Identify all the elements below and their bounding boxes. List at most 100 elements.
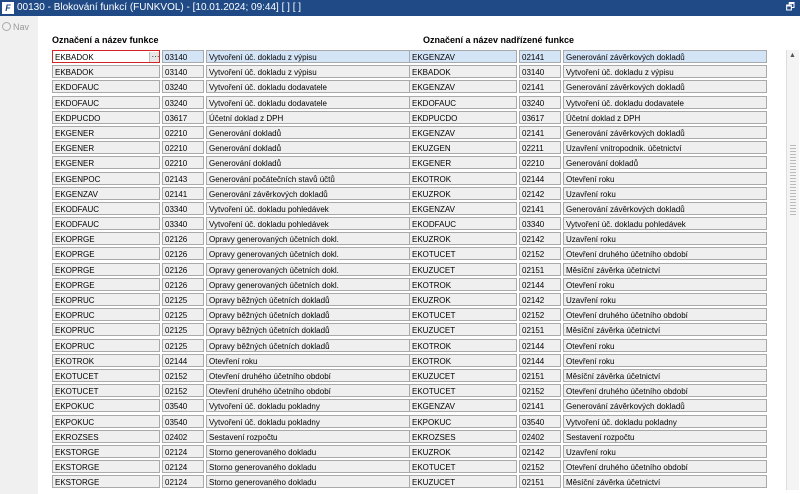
function-number-cell[interactable]: 02142	[519, 293, 561, 306]
function-code-cell[interactable]: EKGENER	[52, 125, 160, 139]
function-number-cell[interactable]: 03340	[519, 217, 561, 231]
nav-toggle[interactable]: Nav	[2, 22, 29, 32]
function-number-cell[interactable]: 03240	[162, 80, 204, 94]
function-code-cell[interactable]: EKOTUCET	[409, 384, 517, 398]
function-name-cell[interactable]: Otevření druhého účetního období	[206, 384, 410, 398]
function-code-cell[interactable]: EKUZUCET	[409, 323, 517, 337]
function-number-cell[interactable]: 02141	[519, 399, 561, 413]
function-number-cell[interactable]: 02125	[162, 308, 204, 322]
function-number-cell[interactable]: 02144	[519, 353, 561, 367]
function-name-cell[interactable]: Generování dokladů	[206, 141, 410, 155]
function-name-cell[interactable]: Opravy generovaných účetních dokl.	[206, 247, 410, 261]
function-number-cell[interactable]: 03540	[162, 414, 204, 428]
function-code-cell[interactable]: EKOTUCET	[409, 460, 517, 474]
function-code-cell[interactable]: EKUZROK	[409, 293, 517, 306]
function-code-cell[interactable]: EKGENZAV	[409, 80, 517, 94]
function-code-cell[interactable]: EKOTROK	[52, 353, 160, 367]
function-code-cell[interactable]: EKBADOK	[409, 65, 517, 79]
function-number-cell[interactable]: 03240	[162, 95, 204, 109]
function-number-cell[interactable]: 02144	[519, 277, 561, 291]
function-name-cell[interactable]: Opravy běžných účetních dokladů	[206, 308, 410, 322]
restore-window-icon[interactable]: 🗗	[786, 0, 795, 16]
function-number-cell[interactable]: 03140	[519, 65, 561, 79]
function-code-cell[interactable]: EKBADOK	[52, 65, 160, 79]
function-code-cell[interactable]: EKOPRUC	[52, 308, 160, 322]
function-number-cell[interactable]: 02151	[519, 323, 561, 337]
function-code-cell[interactable]: EKOTROK	[409, 171, 517, 185]
function-name-cell[interactable]: Generování závěrkových dokladů	[563, 201, 767, 215]
function-code-cell[interactable]: EKUZUCET	[409, 475, 517, 489]
function-code-cell[interactable]: EKGENER	[409, 156, 517, 170]
function-name-cell[interactable]: Vytvoření úč. dokladu pohledávek	[206, 201, 410, 215]
function-number-cell[interactable]: 02143	[162, 171, 204, 185]
function-name-cell[interactable]: Otevření druhého účetního období	[563, 384, 767, 398]
function-name-cell[interactable]: Měsíční závěrka účetnictví	[563, 262, 767, 276]
function-name-cell[interactable]: Generování závěrkových dokladů	[563, 125, 767, 139]
function-code-cell[interactable]: EKPOKUC	[52, 414, 160, 428]
scroll-grip-icon[interactable]	[790, 145, 796, 215]
function-code-cell[interactable]: EKOTROK	[409, 353, 517, 367]
function-number-cell[interactable]: 03540	[519, 414, 561, 428]
function-code-cell[interactable]: EKGENPOC	[52, 171, 160, 185]
function-code-cell[interactable]: EKUZROK	[409, 444, 517, 458]
function-code-cell[interactable]: EKSTORGE	[52, 444, 160, 458]
function-code-cell[interactable]: EKODFAUC	[52, 201, 160, 215]
function-name-cell[interactable]: Otevření roku	[563, 171, 767, 185]
function-name-cell[interactable]: Opravy generovaných účetních dokl.	[206, 262, 410, 276]
function-number-cell[interactable]: 03617	[519, 110, 561, 124]
function-name-cell[interactable]: Otevření roku	[563, 353, 767, 367]
function-number-cell[interactable]: 02210	[519, 156, 561, 170]
function-name-cell[interactable]: Měsíční závěrka účetnictví	[563, 368, 767, 382]
function-code-cell[interactable]: EKUZROK	[409, 232, 517, 246]
function-name-cell[interactable]: Uzavření roku	[563, 293, 767, 306]
function-name-cell[interactable]: Sestavení rozpočtu	[206, 429, 410, 443]
function-name-cell[interactable]: Generování dokladů	[206, 156, 410, 170]
function-number-cell[interactable]: 02151	[519, 368, 561, 382]
function-name-cell[interactable]: Otevření druhého účetního období	[563, 460, 767, 474]
function-name-cell[interactable]: Uzavření roku	[563, 444, 767, 458]
function-name-cell[interactable]: Generování počátečních stavů účtů	[206, 171, 410, 185]
function-code-cell[interactable]: EKUZUCET	[409, 368, 517, 382]
function-number-cell[interactable]: 02125	[162, 323, 204, 337]
vertical-scrollbar[interactable]: ▲	[786, 50, 799, 490]
function-name-cell[interactable]: Generování dokladů	[563, 156, 767, 170]
function-name-cell[interactable]: Otevření roku	[563, 277, 767, 291]
function-number-cell[interactable]: 02142	[519, 232, 561, 246]
function-code-cell[interactable]: EKOPRGE	[52, 247, 160, 261]
function-code-cell[interactable]: EKODFAUC	[52, 217, 160, 231]
function-number-cell[interactable]: 02125	[162, 338, 204, 352]
function-code-cell[interactable]: EKDPUCDO	[52, 110, 160, 124]
function-number-cell[interactable]: 02126	[162, 232, 204, 246]
function-code-cell[interactable]: EKDOFAUC	[409, 95, 517, 109]
function-name-cell[interactable]: Vytvoření úč. dokladu pohledávek	[206, 217, 410, 231]
function-number-cell[interactable]: 02141	[162, 186, 204, 200]
function-name-cell[interactable]: Uzavření vnitropodnik. účetnictví	[563, 141, 767, 155]
function-name-cell[interactable]: Storno generovaného dokladu	[206, 475, 410, 489]
function-number-cell[interactable]: 02210	[162, 141, 204, 155]
function-number-cell[interactable]: 02125	[162, 293, 204, 306]
function-number-cell[interactable]: 02144	[519, 338, 561, 352]
function-name-cell[interactable]: Opravy generovaných účetních dokl.	[206, 277, 410, 291]
function-code-cell[interactable]: EKOPRUC	[52, 323, 160, 337]
function-code-cell[interactable]: EKOTUCET	[52, 384, 160, 398]
function-name-cell[interactable]: Generování závěrkových dokladů	[563, 399, 767, 413]
function-code-cell[interactable]: EKDOFAUC	[52, 80, 160, 94]
function-code-cell[interactable]: EKOPRGE	[52, 232, 160, 246]
function-name-cell[interactable]: Uzavření roku	[563, 186, 767, 200]
function-code-cell[interactable]: EKGENZAV	[52, 186, 160, 200]
function-code-cell[interactable]: EKGENZAV	[409, 50, 517, 63]
function-code-cell[interactable]: EKPOKUC	[52, 399, 160, 413]
function-code-cell[interactable]: EKGENER	[52, 156, 160, 170]
function-name-cell[interactable]: Sestavení rozpočtu	[563, 429, 767, 443]
function-code-cell[interactable]: EKOTROK	[409, 277, 517, 291]
function-number-cell[interactable]: 02141	[519, 201, 561, 215]
function-name-cell[interactable]: Generování dokladů	[206, 125, 410, 139]
function-name-cell[interactable]: Vytvoření úč. dokladu dodavatele	[206, 95, 410, 109]
function-number-cell[interactable]: 03340	[162, 217, 204, 231]
function-number-cell[interactable]: 02152	[162, 368, 204, 382]
function-name-cell[interactable]: Opravy běžných účetních dokladů	[206, 323, 410, 337]
function-number-cell[interactable]: 02144	[519, 171, 561, 185]
function-name-cell[interactable]: Vytvoření úč. dokladu pokladny	[563, 414, 767, 428]
function-name-cell[interactable]: Storno generovaného dokladu	[206, 460, 410, 474]
function-number-cell[interactable]: 02142	[519, 444, 561, 458]
